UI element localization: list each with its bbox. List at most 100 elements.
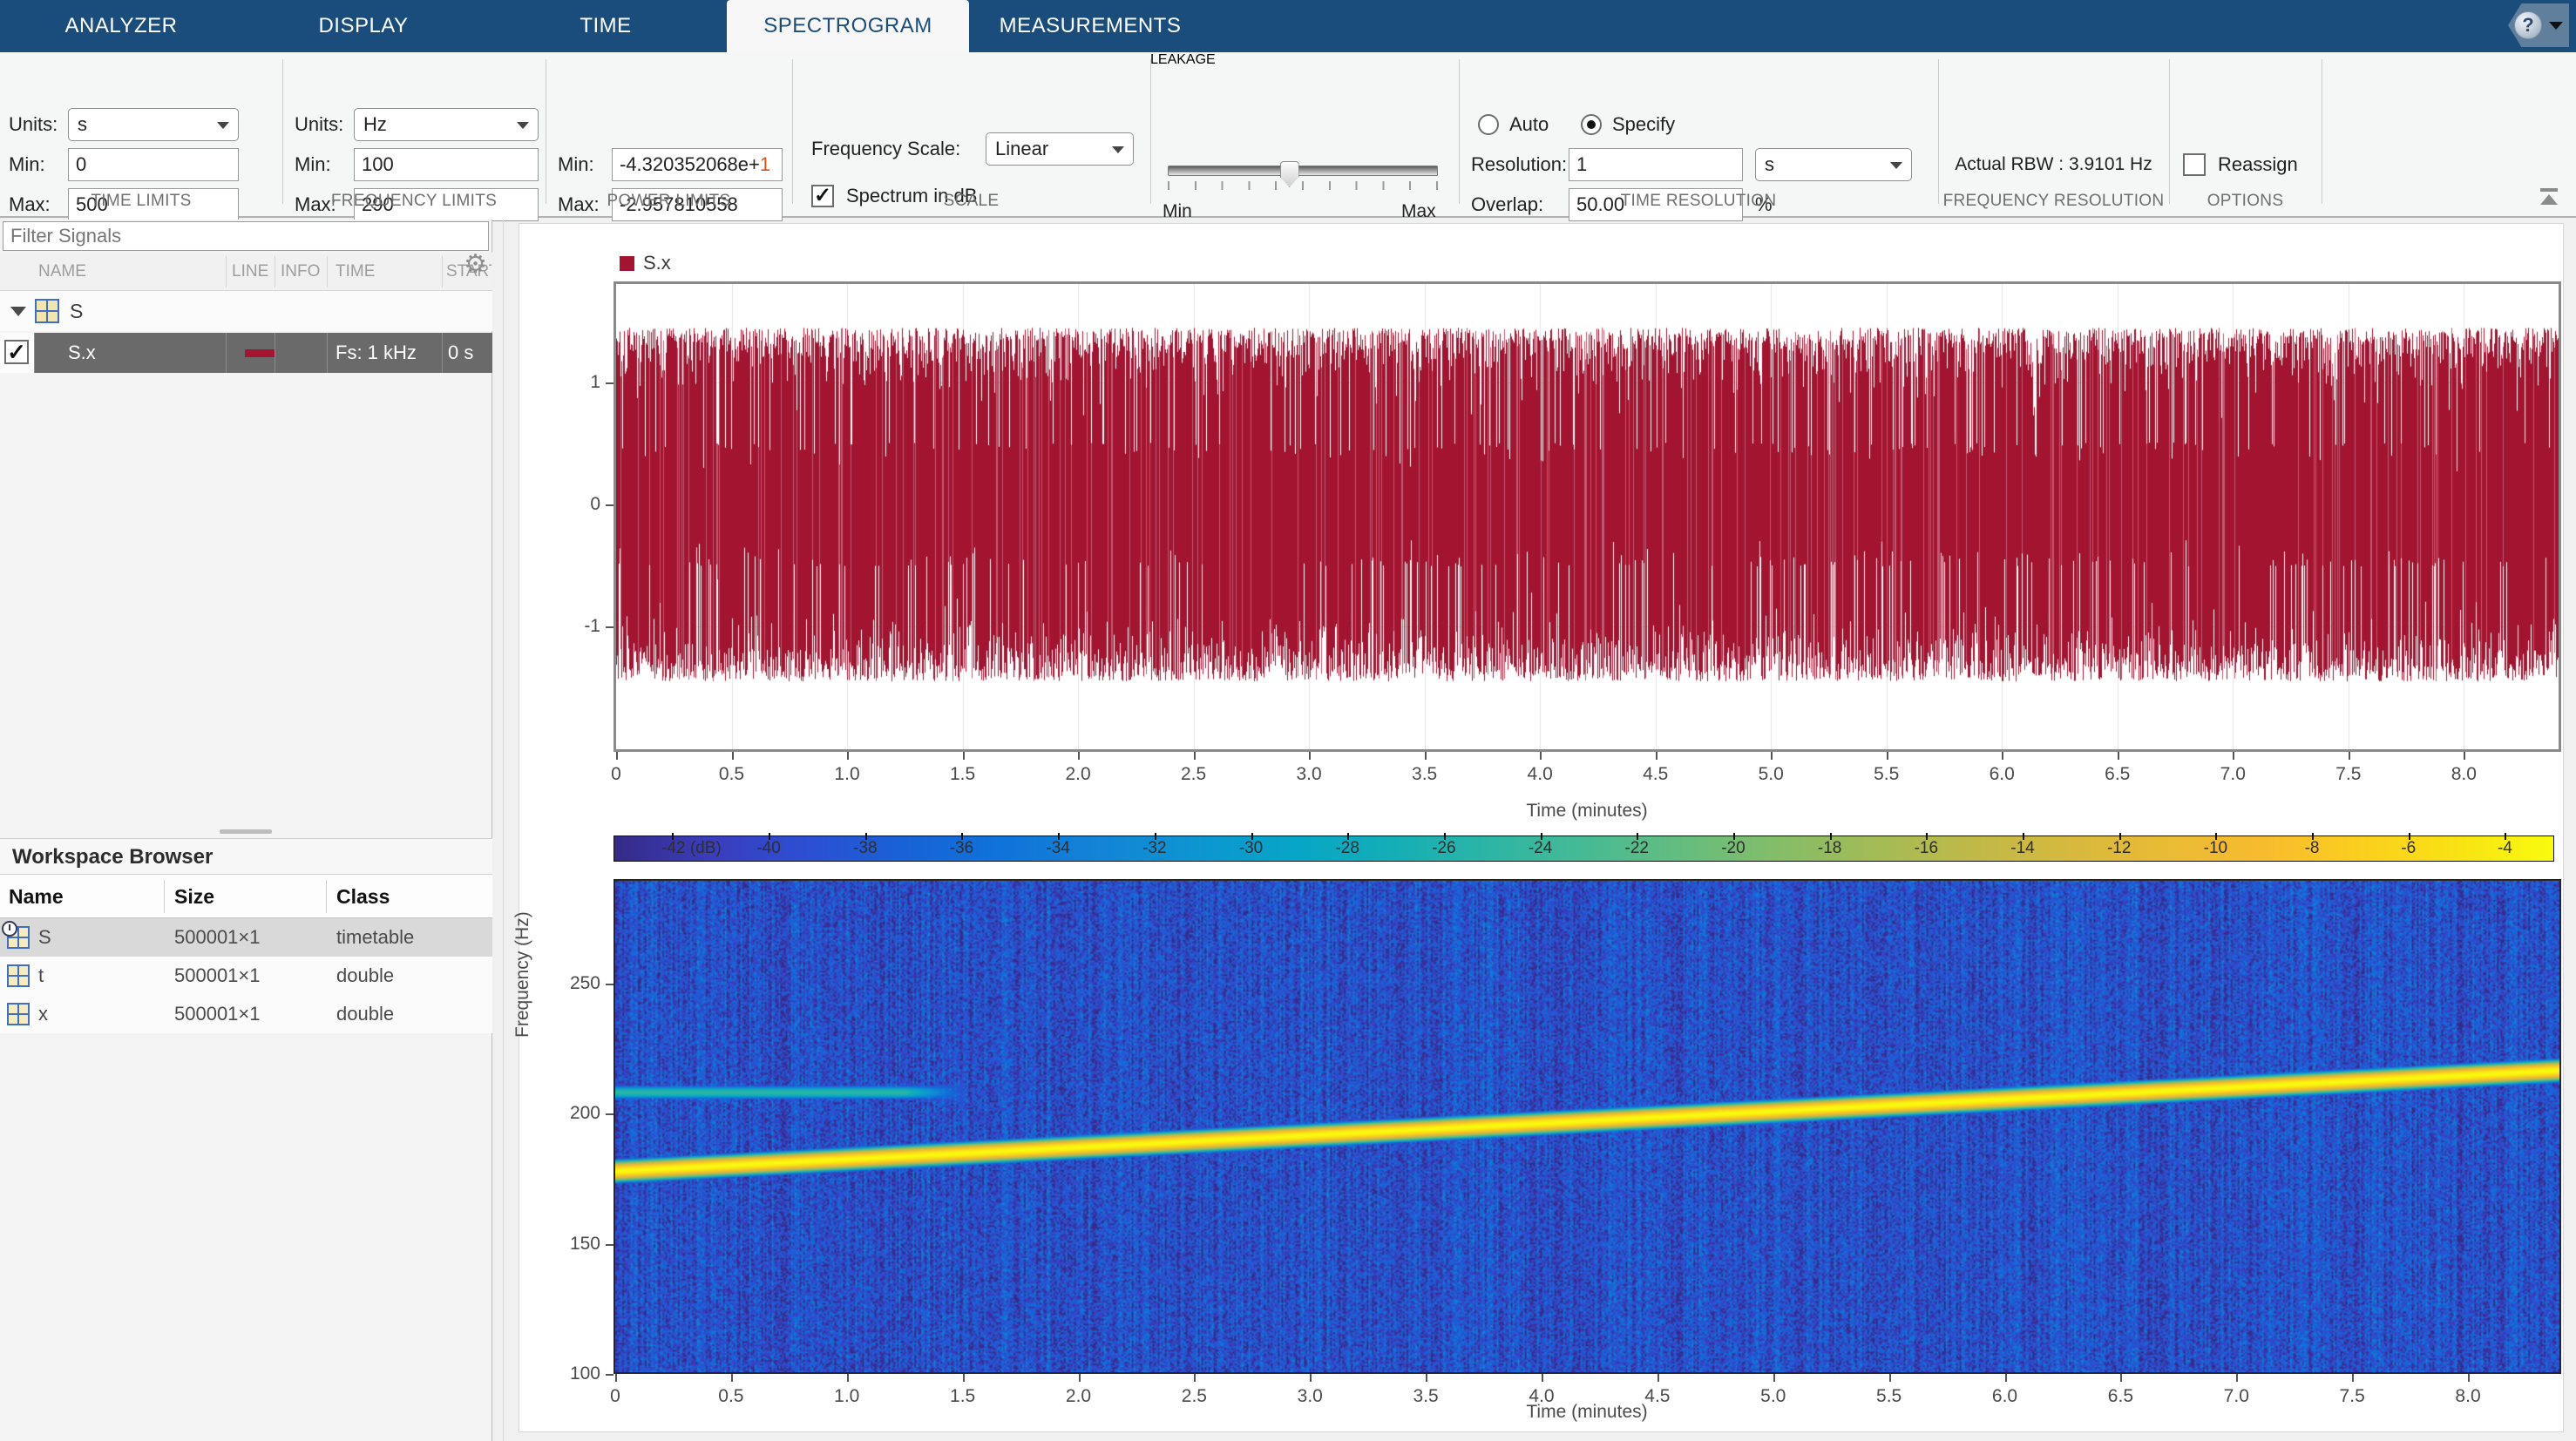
var-name: x — [38, 1003, 48, 1025]
power-min-input[interactable]: -4.320352068e+1 — [612, 148, 783, 181]
plot-checkbox-cell: ✓ — [0, 333, 35, 373]
timetable-icon — [35, 299, 59, 323]
col-name[interactable]: NAME — [38, 253, 213, 291]
signal-time: Fs: 1 kHz — [336, 342, 417, 363]
gear-icon[interactable]: ⚙ — [464, 249, 487, 280]
tab-display[interactable]: DISPLAY — [242, 0, 485, 52]
workspace-row-x[interactable]: x 500001×1 double — [0, 995, 492, 1033]
x-tick — [615, 1374, 617, 1382]
x-tick-label: 8.0 — [2451, 764, 2477, 784]
spectrogram-canvas[interactable] — [615, 881, 2559, 1372]
reassign-checkbox[interactable] — [2183, 153, 2206, 176]
spectrogram-axes[interactable] — [613, 879, 2561, 1374]
x-tick-label: 3.5 — [1412, 764, 1438, 784]
workspace-row-t[interactable]: t 500001×1 double — [0, 957, 492, 995]
y-tick-label: 0 — [590, 494, 600, 515]
x-tick-label: 6.0 — [1989, 764, 2015, 784]
tab-analyzer[interactable]: ANALYZER — [0, 0, 242, 52]
col-info[interactable]: INFO — [281, 253, 324, 291]
y-tick — [606, 1243, 613, 1246]
colorbar-tick-label: -32 — [1142, 839, 1167, 857]
col-time[interactable]: TIME — [336, 253, 438, 291]
var-size: 500001×1 — [174, 964, 261, 986]
section-title: FREQUENCY RESOLUTION — [1942, 192, 2165, 210]
spectrogram-colorbar[interactable]: -42 (dB) -40 -38 -36 -34 -32 -30 -28 -26… — [613, 833, 2554, 862]
freq-units-dropdown[interactable]: Hz — [354, 108, 539, 141]
x-tick-label: 2.0 — [1065, 1386, 1092, 1406]
section-title: FREQUENCY LIMITS — [330, 192, 498, 210]
specify-radio[interactable] — [1581, 114, 1602, 135]
colorbar-tick-label: -8 — [2304, 839, 2320, 857]
reassign-label: Reassign — [2218, 153, 2298, 175]
x-tick-label: 1.5 — [949, 764, 976, 784]
tab-time[interactable]: TIME — [485, 0, 727, 52]
col-size[interactable]: Size — [174, 875, 214, 918]
spectrogram-xlabel: Time (minutes) — [1526, 1402, 1648, 1422]
x-tick-label: 7.5 — [2339, 1386, 2365, 1406]
tab-measurements[interactable]: MEASUREMENTS — [969, 0, 1211, 52]
leakage-slider-ticks — [1168, 181, 1438, 190]
workspace-browser: Workspace Browser Name Size Class S 5000… — [0, 838, 492, 1033]
freq-min-input[interactable]: 100 — [354, 148, 539, 181]
legend-label: S.x — [643, 252, 671, 274]
help-button[interactable]: ? — [2508, 3, 2569, 47]
x-tick — [2348, 752, 2350, 760]
x-tick — [1424, 752, 1427, 760]
frequency-scale-dropdown[interactable]: Linear — [986, 132, 1134, 166]
y-tick-label: 250 — [569, 972, 600, 993]
workspace-browser-title: Workspace Browser — [0, 838, 492, 875]
x-tick-label: 3.0 — [1296, 764, 1322, 784]
var-size: 500001×1 — [174, 926, 261, 948]
y-tick-label: 200 — [569, 1103, 600, 1124]
time-plot-axes[interactable] — [613, 281, 2561, 752]
time-units-dropdown[interactable]: s — [68, 108, 239, 141]
signal-group-row[interactable]: S — [0, 291, 492, 331]
col-name[interactable]: Name — [9, 875, 64, 918]
panel-divider[interactable] — [503, 220, 504, 1441]
x-tick-label: 2.5 — [1181, 1386, 1207, 1406]
colorbar-tick-label: -30 — [1238, 839, 1264, 857]
x-tick-label: 7.0 — [2220, 764, 2246, 784]
collapse-ribbon-button[interactable] — [2538, 188, 2560, 207]
plot-signal-checkbox[interactable]: ✓ — [4, 340, 29, 364]
toolstrip-tab-bar: ANALYZER DISPLAY TIME SPECTROGRAM MEASUR… — [0, 0, 2576, 52]
actual-rbw-readout: Actual RBW : 3.9101 Hz — [1955, 154, 2152, 174]
section-title: SCALE — [943, 192, 1000, 210]
filter-signals-input[interactable] — [3, 221, 489, 251]
var-name: S — [38, 926, 51, 948]
auto-radio-label: Auto — [1509, 113, 1549, 135]
x-tick-label: 2.0 — [1065, 764, 1091, 784]
signal-line-swatch — [245, 349, 275, 357]
colorbar-tick-label: -10 — [2203, 839, 2228, 857]
spectrogram-ribbon: Units: s Min: 0 Max: 500 TIME LIMITS Uni… — [0, 52, 2576, 221]
y-tick-label: 1 — [590, 372, 600, 393]
x-tick — [1773, 1374, 1775, 1382]
colorbar-tick-label: -34 — [1046, 839, 1070, 857]
x-tick — [2117, 752, 2119, 760]
section-title: POWER LIMITS — [607, 192, 731, 210]
chevron-down-icon — [517, 122, 529, 129]
x-tick — [962, 1374, 965, 1382]
panel-splitter-handle[interactable] — [220, 829, 272, 834]
x-tick — [1657, 1374, 1659, 1382]
resolution-input[interactable]: 1 — [1569, 148, 1743, 181]
time-min-input[interactable]: 0 — [68, 148, 239, 181]
auto-radio[interactable] — [1478, 114, 1499, 135]
section-power-limits: Min: -4.320352068e+1 Max: -2.957810558 P… — [546, 52, 792, 221]
resolution-units-dropdown[interactable]: s — [1755, 148, 1912, 181]
col-line[interactable]: LINE — [232, 253, 272, 291]
collapse-group-icon[interactable] — [10, 306, 26, 316]
colorbar-tick-label: -38 — [853, 839, 878, 857]
plot-legend[interactable]: S.x — [620, 252, 671, 274]
workspace-row-S[interactable]: S 500001×1 timetable — [0, 918, 492, 957]
signal-row[interactable]: ✓ S.x Fs: 1 kHz 0 s — [0, 333, 492, 373]
colorbar-tick-label: -22 — [1624, 839, 1649, 857]
tab-spectrogram[interactable]: SPECTROGRAM — [727, 0, 969, 52]
section-time-resolution: Auto Specify Resolution: 1 s Overlap: 50… — [1459, 52, 1938, 221]
x-tick-label: 5.0 — [1760, 1386, 1786, 1406]
col-class[interactable]: Class — [336, 875, 390, 918]
time-plot-canvas[interactable] — [616, 284, 2559, 749]
x-tick — [2352, 1374, 2355, 1382]
leakage-slider-track[interactable] — [1168, 161, 1438, 187]
section-title: TIME LIMITS — [91, 192, 192, 210]
